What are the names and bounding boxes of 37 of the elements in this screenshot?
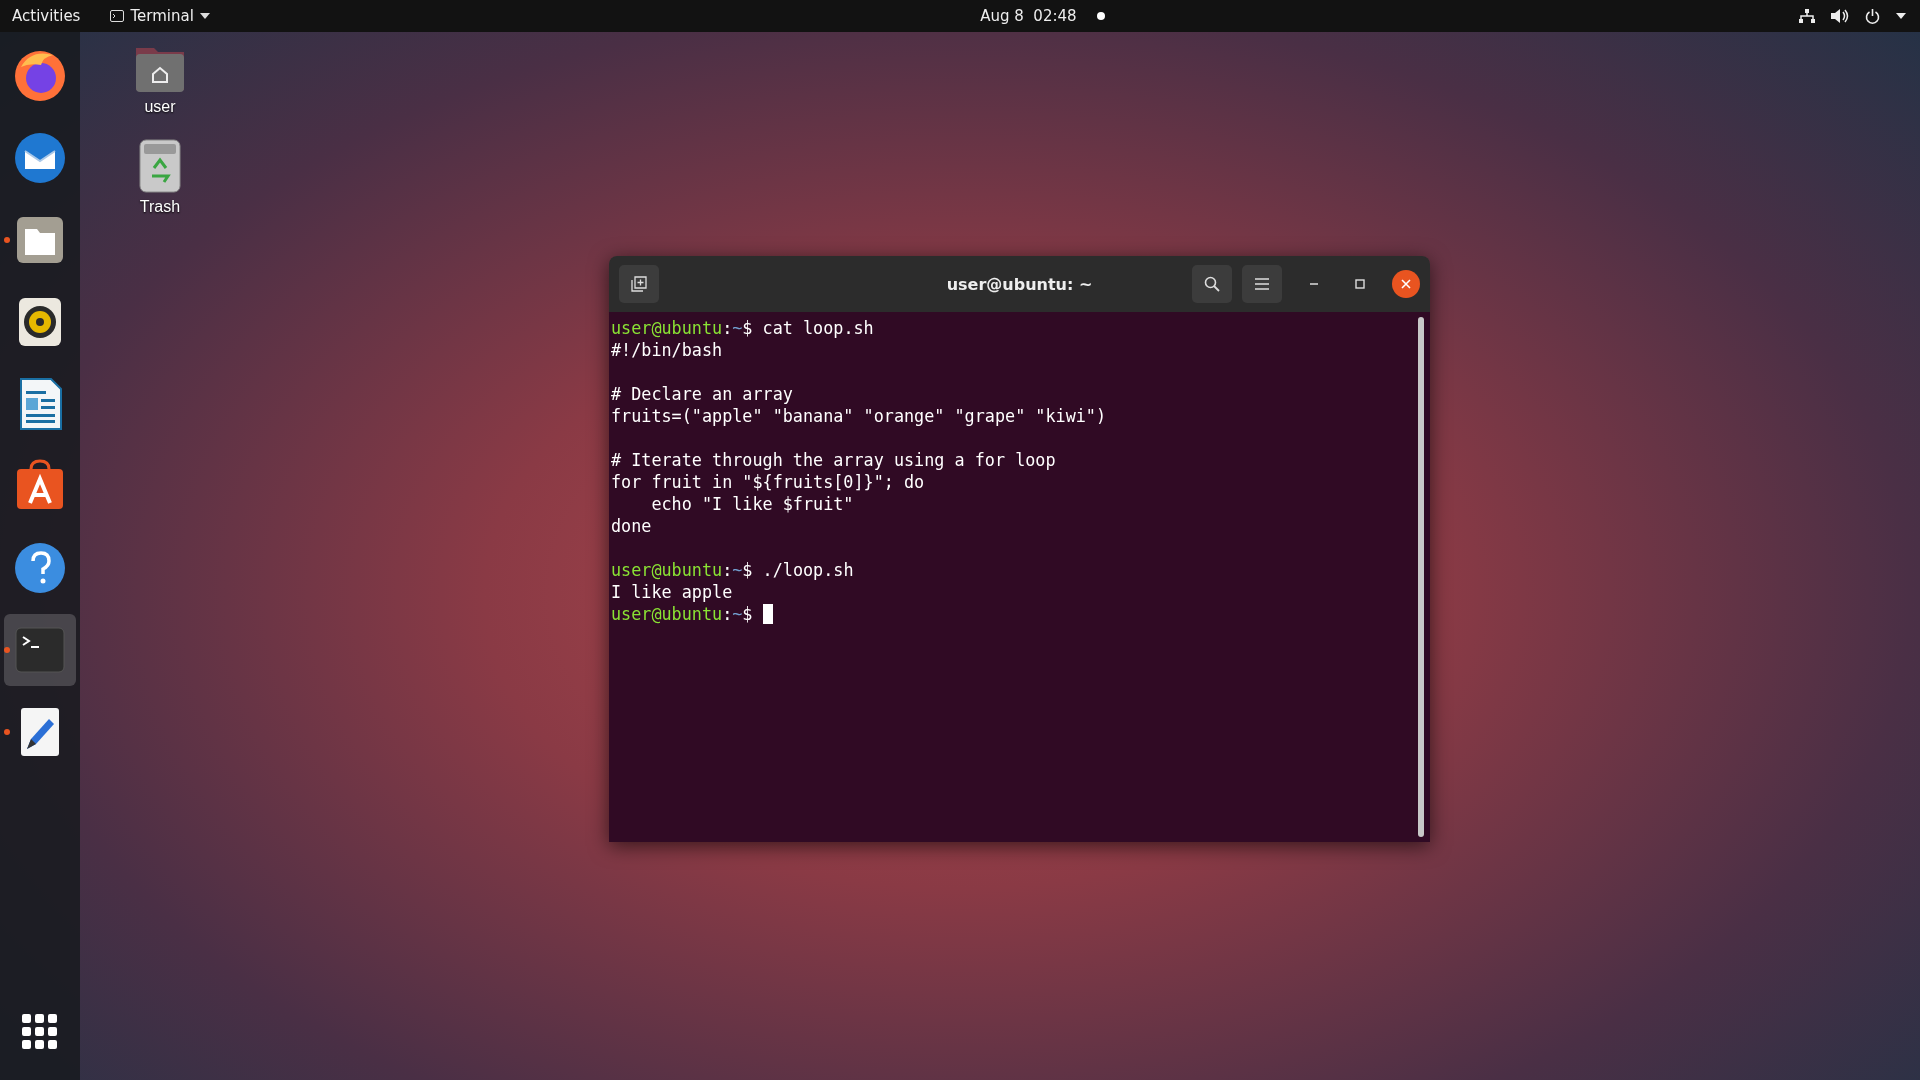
- search-button[interactable]: [1192, 265, 1232, 303]
- caret-icon[interactable]: [1896, 13, 1906, 19]
- terminal-line: for fruit in "${fruits[0]}"; do: [611, 471, 925, 493]
- terminal-line: done: [611, 515, 652, 537]
- activities-button[interactable]: Activities: [4, 3, 89, 29]
- power-icon[interactable]: [1865, 8, 1880, 24]
- volume-icon[interactable]: [1831, 9, 1849, 23]
- terminal-line: fruits=("apple" "banana" "orange" "grape" "kiwi"): [611, 405, 1107, 427]
- terminal-line: # Declare an array: [611, 383, 793, 405]
- terminal-line: # Iterate through the array using a for loop: [611, 449, 1056, 471]
- new-tab-button[interactable]: [619, 265, 659, 303]
- app-menu[interactable]: Terminal: [102, 3, 218, 29]
- trash-icon: [138, 138, 182, 194]
- terminal-icon: [110, 10, 125, 22]
- mail-icon: [13, 131, 67, 185]
- caret-icon: [199, 13, 210, 19]
- terminal-line: echo "I like $fruit": [650, 493, 854, 515]
- scrollbar[interactable]: [1418, 317, 1424, 837]
- terminal-line: I like apple: [611, 581, 733, 603]
- close-icon: [1401, 279, 1411, 289]
- terminal-line: #!/bin/bash: [611, 339, 723, 361]
- minimize-icon: [1309, 283, 1319, 285]
- new-tab-icon: [631, 276, 647, 292]
- window-title: user@ubuntu: ~: [946, 274, 1093, 294]
- clock-button[interactable]: Aug 8 02:48: [972, 3, 1085, 29]
- help-icon: [13, 541, 67, 595]
- terminal-line: user@ubuntu:~$ ./loop.sh: [611, 559, 854, 581]
- terminal-line: user@ubuntu:~$: [611, 603, 754, 625]
- network-icon[interactable]: [1799, 9, 1815, 23]
- browser-icon: [13, 49, 67, 103]
- search-icon: [1204, 276, 1220, 292]
- menu-icon: [1255, 278, 1269, 290]
- terminal-line: user@ubuntu:~$ cat loop.sh: [611, 317, 874, 339]
- close-button[interactable]: [1392, 270, 1420, 298]
- menu-button[interactable]: [1242, 265, 1282, 303]
- grid-icon: [22, 1014, 58, 1050]
- maximize-icon: [1355, 279, 1365, 289]
